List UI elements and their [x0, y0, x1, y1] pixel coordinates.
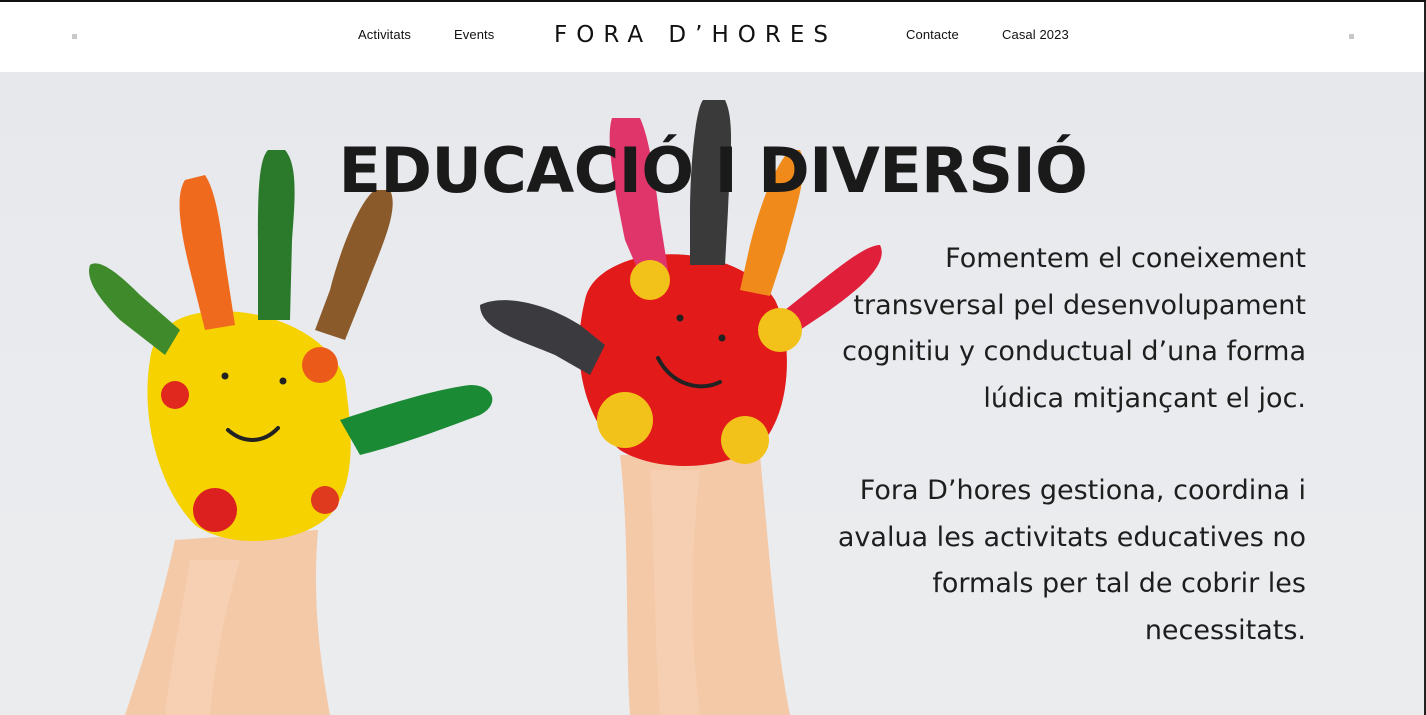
menu-dot-icon[interactable] [72, 34, 77, 39]
hero-paragraph-1: Fomentem el coneixement transversal pel … [842, 243, 1306, 414]
hero-title: EDUCACIÓ I DIVERSIÓ [338, 134, 1088, 207]
site-header: Activitats Events FORA D’HORES Contacte … [0, 2, 1426, 72]
hero-section: EDUCACIÓ I DIVERSIÓ Fomentem el coneixem… [0, 72, 1426, 715]
hero-paragraph-2: Fora D’hores gestiona, coordina i avalua… [837, 475, 1306, 646]
menu-dot-icon[interactable] [1349, 34, 1354, 39]
nav-contacte[interactable]: Contacte [906, 27, 959, 42]
nav-activitats[interactable]: Activitats [358, 27, 411, 42]
site-logo[interactable]: FORA D’HORES [554, 22, 837, 48]
nav-casal-2023[interactable]: Casal 2023 [1002, 27, 1069, 42]
nav-events[interactable]: Events [454, 27, 494, 42]
